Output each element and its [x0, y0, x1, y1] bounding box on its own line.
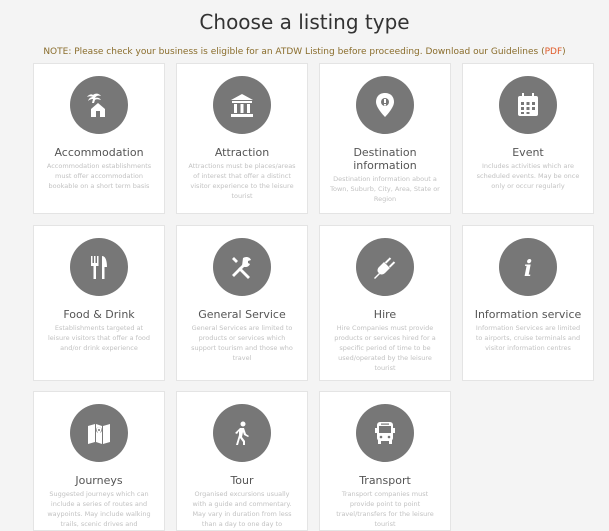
card-description: Information Services are limited to airp…: [475, 324, 581, 352]
fork-knife-icon: [70, 238, 128, 296]
card-description: General Services are limited to products…: [191, 324, 293, 362]
card-title: Hire: [373, 308, 397, 321]
card-title: Destination information: [353, 146, 417, 172]
card-description: Transport companies must provide point t…: [336, 490, 434, 528]
museum-icon: [213, 76, 271, 134]
card-accommodation[interactable]: Accommodation Accommodation establishmen…: [33, 63, 165, 214]
card-description: Hire Companies must provide products or …: [334, 324, 436, 372]
info-icon: i: [499, 238, 557, 296]
card-hire[interactable]: Hire Hire Companies must provide product…: [319, 225, 451, 381]
tools-icon: [213, 238, 271, 296]
card-event[interactable]: Event Includes activities which are sche…: [462, 63, 594, 214]
eligibility-note: NOTE: Please check your business is elig…: [0, 47, 609, 57]
card-transport[interactable]: Transport Transport companies must provi…: [319, 391, 451, 531]
card-destination-information[interactable]: Destination information Destination info…: [319, 63, 451, 214]
map-icon: [70, 404, 128, 462]
svg-text:i: i: [524, 256, 532, 281]
card-title: Tour: [230, 474, 254, 487]
card-description: Establishments targeted at leisure visit…: [47, 324, 151, 352]
card-description: Attractions must be places/areas of inte…: [188, 162, 296, 200]
pdf-guidelines-link[interactable]: PDF: [545, 47, 563, 57]
calendar-icon: [499, 76, 557, 134]
page-title: Choose a listing type: [199, 10, 410, 34]
card-description: Organised excursions usually with a guid…: [192, 490, 292, 528]
card-title: Transport: [359, 474, 411, 487]
walker-icon: [213, 404, 271, 462]
card-information-service[interactable]: i Information service Information Servic…: [462, 225, 594, 381]
card-title: Information service: [474, 308, 582, 321]
card-journeys[interactable]: Journeys Suggested journeys which can in…: [33, 391, 165, 531]
card-title: Food & Drink: [63, 308, 135, 321]
card-attraction[interactable]: Attraction Attractions must be places/ar…: [176, 63, 308, 214]
card-description: Destination information about a Town, Su…: [330, 175, 440, 203]
plug-icon: [356, 238, 414, 296]
card-description: Includes activities which are scheduled …: [476, 162, 580, 190]
card-title: Attraction: [214, 146, 270, 159]
card-title: Event: [512, 146, 544, 159]
card-food-drink[interactable]: Food & Drink Establishments targeted at …: [33, 225, 165, 381]
note-text: NOTE: Please check your business is elig…: [43, 47, 545, 57]
card-title: Journeys: [75, 474, 123, 487]
palm-house-icon: [70, 76, 128, 134]
card-title: Accommodation: [54, 146, 144, 159]
card-title: General Service: [198, 308, 286, 321]
note-end: ): [562, 47, 566, 57]
card-tour[interactable]: Tour Organised excursions usually with a…: [176, 391, 308, 531]
map-pin-icon: [356, 76, 414, 134]
card-general-service[interactable]: General Service General Services are lim…: [176, 225, 308, 381]
card-description: Accommodation establishments must offer …: [46, 162, 152, 190]
bus-icon: [356, 404, 414, 462]
